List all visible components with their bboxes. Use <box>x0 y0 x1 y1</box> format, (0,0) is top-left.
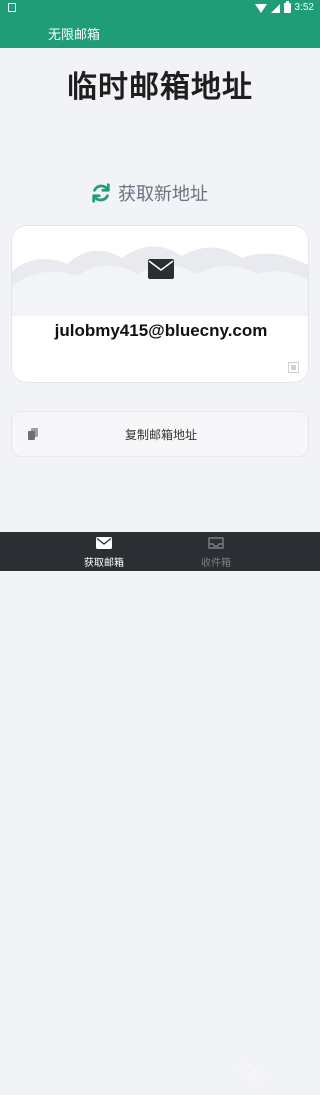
tab-inbox[interactable]: 收件箱 <box>176 537 256 569</box>
envelope-icon <box>148 259 174 279</box>
app-title: 无限邮箱 <box>48 28 101 43</box>
email-card: julobmy415@bluecny.com <box>11 225 309 383</box>
bottom-nav: 获取邮箱 收件箱 下载 <box>0 532 320 1095</box>
refresh-icon <box>92 183 110 203</box>
inbox-icon <box>208 537 224 549</box>
battery-icon <box>283 1 291 13</box>
watermark: 下载 <box>224 1050 271 1095</box>
app-bar: 无限邮箱 <box>0 16 320 48</box>
get-new-address-label: 获取新地址 <box>118 184 208 205</box>
tab-get-mailbox[interactable]: 获取邮箱 <box>64 537 144 569</box>
get-new-address-button[interactable]: 获取新地址 <box>90 180 208 206</box>
email-address[interactable]: julobmy415@bluecny.com <box>12 321 308 341</box>
copy-address-button[interactable]: 复制邮箱地址 <box>11 411 309 457</box>
status-bar: 3:52 <box>0 0 320 16</box>
tab-inbox-label: 收件箱 <box>201 558 231 569</box>
notification-icon <box>8 3 16 12</box>
status-time: 3:52 <box>294 2 314 13</box>
qr-code-icon[interactable] <box>288 362 299 373</box>
signal-icon <box>270 3 280 13</box>
wifi-icon <box>254 3 267 13</box>
copy-address-label: 复制邮箱地址 <box>124 428 197 442</box>
tab-get-mailbox-label: 获取邮箱 <box>84 558 124 569</box>
page-title: 临时邮箱地址 <box>67 70 253 105</box>
mail-icon <box>96 537 112 549</box>
